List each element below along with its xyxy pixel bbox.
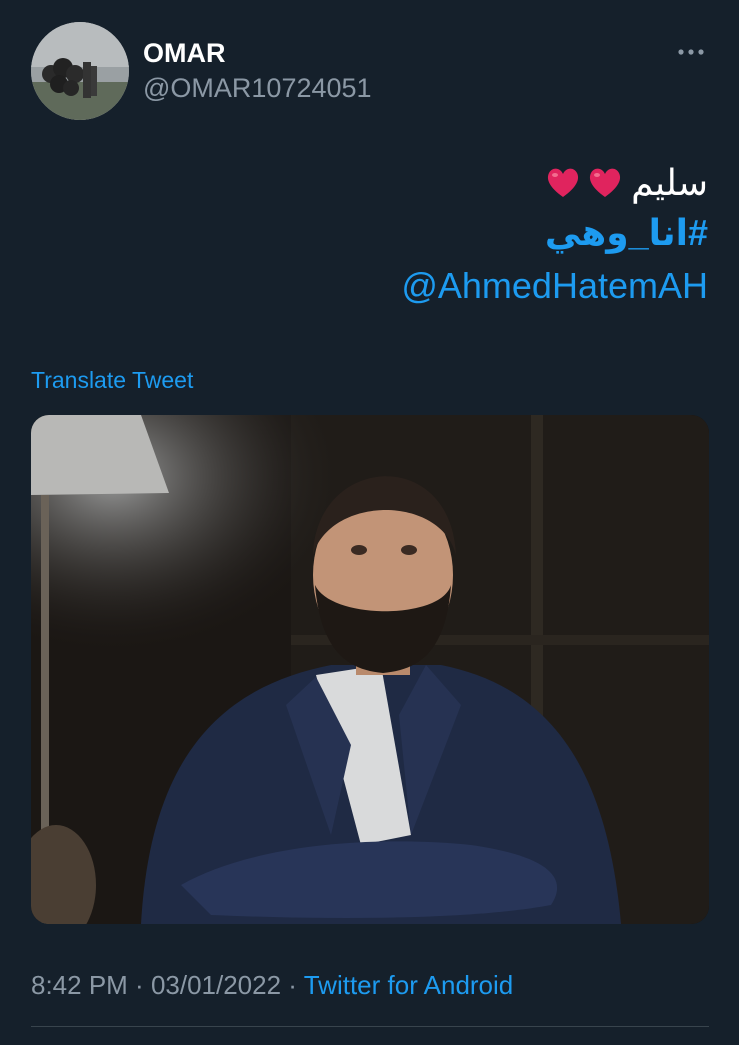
tweet-source-link[interactable]: Twitter for Android <box>304 970 514 1000</box>
tweet-line-1: سليم <box>401 158 708 208</box>
red-heart-emoji-icon <box>590 168 621 197</box>
mention-link[interactable]: @AhmedHatemAH <box>401 258 708 314</box>
user-handle[interactable]: @OMAR10724051 <box>143 73 372 104</box>
hearts <box>545 165 623 201</box>
separator: · <box>281 970 304 1000</box>
avatar-image <box>31 22 129 120</box>
red-heart-emoji-icon <box>548 168 579 197</box>
photo-image <box>31 415 709 924</box>
avatar[interactable] <box>31 22 129 120</box>
tweet-word: سليم <box>631 162 708 203</box>
tweet-media-photo[interactable] <box>31 415 709 924</box>
separator: · <box>127 970 151 1000</box>
tweet-time: 8:42 PM <box>31 970 128 1000</box>
tweet-date: 03/01/2022 <box>150 970 282 1000</box>
translate-tweet-link[interactable]: Translate Tweet <box>31 367 193 394</box>
hashtag-link[interactable]: #انا_وهي <box>401 208 708 258</box>
more-horizontal-icon[interactable] <box>676 40 706 64</box>
tweet-text: سليم #انا_وهي @AhmedHatemAH <box>401 158 708 314</box>
display-name[interactable]: OMAR <box>143 38 226 69</box>
divider <box>31 1026 709 1027</box>
tweet-metadata: 8:42 PM · 03/01/2022 · Twitter for Andro… <box>31 970 513 1001</box>
